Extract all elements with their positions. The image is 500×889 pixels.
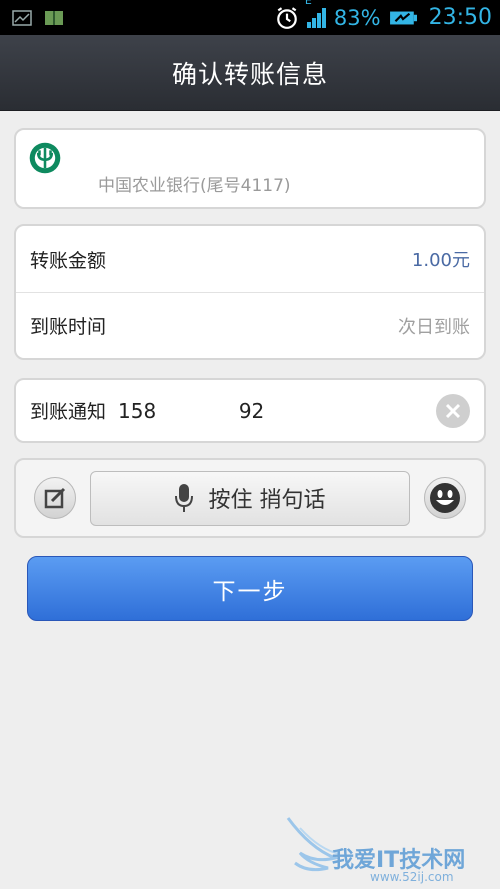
arrival-time-value: 次日到账 bbox=[398, 316, 470, 338]
battery-percent: 83% bbox=[333, 5, 381, 30]
amount-row: 转账金额 1.00元 bbox=[16, 226, 484, 292]
book-icon bbox=[45, 10, 63, 25]
network-type: E bbox=[304, 0, 312, 7]
page-title: 确认转账信息 bbox=[171, 59, 328, 89]
signal-icon: E bbox=[305, 0, 326, 28]
status-bar: E 83% 23:50 bbox=[0, 0, 500, 35]
text-edit-button[interactable] bbox=[34, 477, 76, 519]
close-icon bbox=[445, 403, 461, 418]
bank-logo-icon bbox=[29, 142, 61, 173]
clock-time: 23:50 bbox=[428, 5, 492, 30]
hold-to-talk-button[interactable]: 按住 捎句话 bbox=[90, 470, 410, 526]
hold-to-talk-label: 按住 捎句话 bbox=[208, 488, 326, 513]
notify-phone-input[interactable]: 158 92 bbox=[118, 399, 378, 423]
bank-account-card[interactable]: 中国农业银行(尾号4117) bbox=[14, 128, 486, 209]
edit-icon bbox=[44, 487, 66, 509]
amount-value: 1.00元 bbox=[411, 250, 470, 271]
amount-label: 转账金额 bbox=[30, 249, 107, 272]
next-step-button[interactable]: 下一步 bbox=[27, 556, 473, 621]
voice-message-bar: 按住 捎句话 bbox=[14, 458, 486, 538]
page-title-bar: 确认转账信息 bbox=[0, 35, 500, 111]
arrival-time-label: 到账时间 bbox=[30, 316, 107, 338]
emoji-button[interactable] bbox=[424, 477, 466, 519]
alarm-icon bbox=[277, 6, 297, 29]
microphone-icon bbox=[174, 484, 193, 512]
arrival-time-row: 到账时间 次日到账 bbox=[16, 292, 484, 358]
clear-input-button[interactable] bbox=[436, 393, 470, 428]
notify-phone-field[interactable]: 到账通知 158 92 bbox=[14, 378, 486, 443]
bank-account-name: 中国农业银行(尾号4117) bbox=[98, 176, 291, 196]
transfer-info-card: 转账金额 1.00元 到账时间 次日到账 bbox=[14, 224, 486, 360]
smiley-icon bbox=[430, 483, 460, 513]
battery-icon bbox=[389, 11, 417, 24]
watermark-url: www.52ij.com bbox=[370, 870, 454, 884]
notify-label: 到账通知 bbox=[30, 401, 107, 423]
chart-icon bbox=[12, 9, 32, 26]
watermark-logo: 我爱IT技术网 www.52ij.com bbox=[280, 808, 490, 886]
next-step-label: 下一步 bbox=[212, 578, 288, 605]
